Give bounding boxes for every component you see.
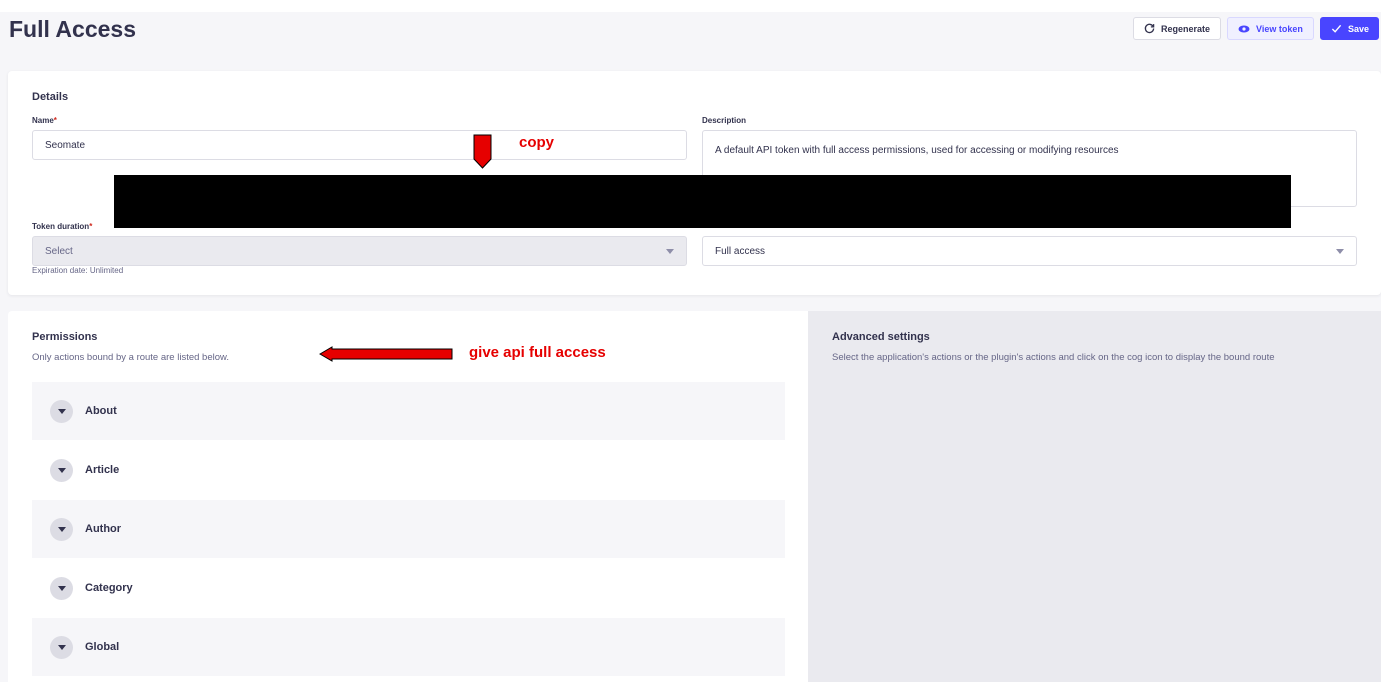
regenerate-label: Regenerate <box>1161 23 1211 34</box>
regenerate-button[interactable]: Regenerate <box>1133 17 1221 40</box>
name-label: Name* <box>32 116 57 125</box>
save-label: Save <box>1348 23 1370 34</box>
accordion-label: About <box>85 405 117 417</box>
advanced-settings-panel <box>808 311 1381 682</box>
token-type-select[interactable]: Full access <box>702 236 1357 266</box>
accordion-category[interactable]: Category <box>32 559 785 617</box>
accordion-article[interactable]: Article <box>32 441 785 499</box>
chevron-down-icon <box>1336 249 1344 254</box>
expiration-hint: Expiration date: Unlimited <box>32 266 124 275</box>
accordion-author[interactable]: Author <box>32 500 785 558</box>
accordion-label: Global <box>85 641 120 653</box>
accordion-label: Category <box>85 582 133 594</box>
view-token-label: View token <box>1256 23 1303 34</box>
details-title: Details <box>32 91 69 103</box>
check-icon <box>1331 23 1342 35</box>
permissions-subtitle: Only actions bound by a route are listed… <box>32 352 229 363</box>
accordion-label: Article <box>85 464 120 476</box>
name-input[interactable]: Seomate <box>32 130 687 160</box>
chevron-down-icon[interactable] <box>50 399 73 423</box>
full-access-annotation: give api full access <box>469 344 606 361</box>
token-duration-value: Select <box>45 245 73 257</box>
token-duration-label: Token duration* <box>32 222 93 231</box>
view-token-button[interactable]: View token <box>1227 17 1314 40</box>
refresh-icon <box>1144 23 1155 35</box>
description-label: Description <box>702 116 747 125</box>
chevron-down-icon[interactable] <box>50 635 73 659</box>
save-button[interactable]: Save <box>1320 17 1379 40</box>
accordion-label: Author <box>85 523 122 535</box>
eye-icon <box>1238 23 1250 35</box>
chevron-down-icon[interactable] <box>50 576 73 600</box>
down-arrow-annotation <box>473 134 492 169</box>
permissions-title: Permissions <box>32 331 98 343</box>
left-arrow-annotation <box>319 346 453 362</box>
token-type-value: Full access <box>715 245 766 257</box>
accordion-about[interactable]: About <box>32 382 785 440</box>
redaction-bar <box>114 175 1291 228</box>
copy-annotation: copy <box>519 134 555 151</box>
accordion-global[interactable]: Global <box>32 618 785 676</box>
advanced-title: Advanced settings <box>832 331 930 343</box>
page-title: Full Access <box>9 16 136 42</box>
token-duration-select[interactable]: Select <box>32 236 687 266</box>
chevron-down-icon[interactable] <box>50 458 73 482</box>
chevron-down-icon <box>666 249 674 254</box>
chevron-down-icon[interactable] <box>50 517 73 541</box>
advanced-subtitle: Select the application's actions or the … <box>832 352 1275 363</box>
